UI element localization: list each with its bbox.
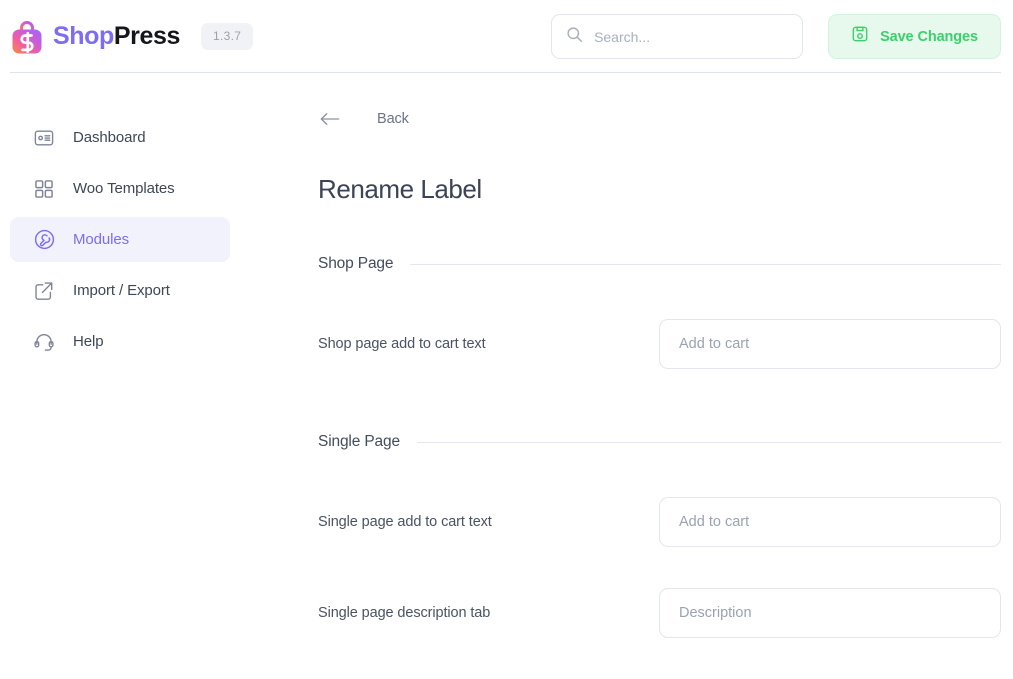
- sidebar-nav: Dashboard Woo Templates Modules Import /…: [0, 73, 246, 370]
- field-control: [659, 497, 1001, 547]
- section-header: Shop Page: [318, 255, 1001, 273]
- wrench-circle-icon: [32, 228, 56, 252]
- export-box-arrow-icon: [32, 279, 56, 303]
- section-title: Single Page: [318, 433, 400, 450]
- save-disk-icon: [851, 25, 869, 48]
- sidebar-item-label: Help: [73, 333, 104, 350]
- field-row-single-add-to-cart: Single page add to cart text: [318, 497, 1001, 547]
- back-label: Back: [377, 111, 409, 127]
- version-badge: 1.3.7: [201, 23, 254, 50]
- page-title: Rename Label: [318, 174, 482, 204]
- sidebar-item-modules[interactable]: Modules: [10, 217, 230, 262]
- search-box[interactable]: [551, 14, 804, 59]
- field-row-single-description-tab: Single page description tab: [318, 588, 1001, 638]
- section-divider: [416, 441, 1001, 443]
- section-single-page: Single Page Single page add to cart text…: [318, 433, 1001, 638]
- sidebar-item-label: Modules: [73, 231, 129, 248]
- search-input[interactable]: [594, 15, 789, 58]
- save-changes-label: Save Changes: [880, 28, 978, 45]
- single-page-description-tab-input[interactable]: [659, 588, 1001, 638]
- sidebar-item-help[interactable]: Help: [10, 319, 230, 364]
- shop-page-add-to-cart-input[interactable]: [659, 319, 1001, 369]
- main-content: Back Rename Label Shop Page Shop page ad…: [246, 73, 1013, 679]
- section-divider: [410, 263, 1001, 265]
- id-card-icon: [32, 126, 56, 150]
- section-title: Shop Page: [318, 255, 394, 272]
- field-label: Single page add to cart text: [318, 514, 492, 530]
- arrow-left-icon: [318, 107, 342, 131]
- sidebar-item-label: Import / Export: [73, 282, 170, 299]
- brand-name-primary: Shop: [53, 22, 114, 50]
- headset-icon: [32, 330, 56, 354]
- sidebar-item-label: Woo Templates: [73, 180, 175, 197]
- sidebar-item-woo-templates[interactable]: Woo Templates: [10, 166, 230, 211]
- field-row-shop-add-to-cart: Shop page add to cart text: [318, 319, 1001, 369]
- brand-name: ShopPress: [53, 24, 180, 49]
- section-shop-page: Shop Page Shop page add to cart text: [318, 255, 1001, 369]
- single-page-add-to-cart-input[interactable]: [659, 497, 1001, 547]
- brand-logo[interactable]: ShopPress: [10, 19, 180, 55]
- shopping-bag-logo-icon: [10, 19, 44, 55]
- sidebar-item-dashboard[interactable]: Dashboard: [10, 115, 230, 160]
- search-icon: [566, 26, 583, 48]
- app-header: ShopPress 1.3.7 Save Changes: [0, 0, 1013, 73]
- field-control: [659, 319, 1001, 369]
- field-label: Shop page add to cart text: [318, 336, 486, 352]
- brand-name-secondary: Press: [113, 22, 181, 50]
- field-control: [659, 588, 1001, 638]
- field-label: Single page description tab: [318, 605, 491, 621]
- sidebar-item-label: Dashboard: [73, 129, 146, 146]
- section-header: Single Page: [318, 433, 1001, 451]
- page-layout: Dashboard Woo Templates Modules Import /…: [0, 73, 1013, 679]
- sidebar-item-import-export[interactable]: Import / Export: [10, 268, 230, 313]
- grid-squares-icon: [32, 177, 56, 201]
- save-changes-button[interactable]: Save Changes: [828, 14, 1001, 59]
- back-button[interactable]: Back: [318, 107, 409, 131]
